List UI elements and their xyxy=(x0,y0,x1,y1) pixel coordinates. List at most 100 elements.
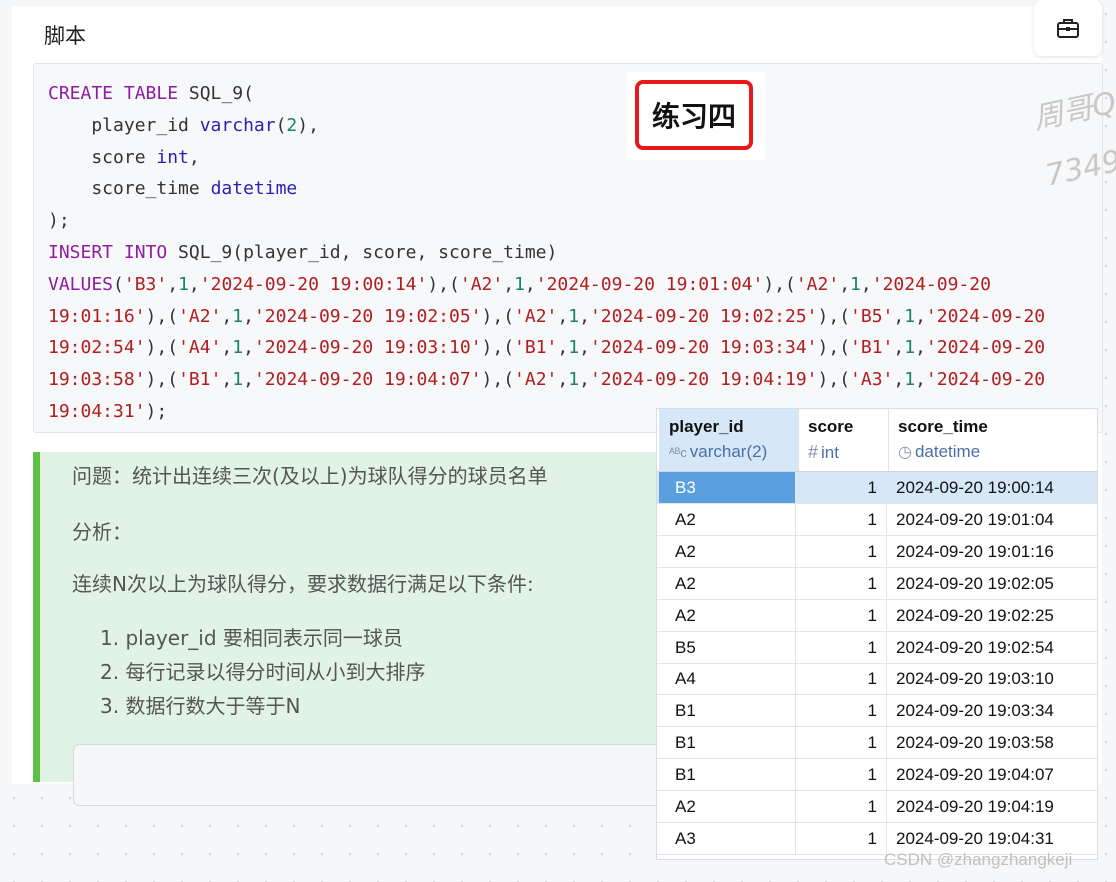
table-row[interactable]: A4 1 2024-09-20 19:03:10 xyxy=(657,663,1097,696)
cell-player-id[interactable]: A2 xyxy=(659,567,796,599)
cell-score[interactable]: 1 xyxy=(798,631,887,663)
code-token: 2 xyxy=(286,114,298,136)
code-line: score int, xyxy=(48,142,1045,174)
code-line: 19:02:54'),('A4',1,'2024-09-20 19:03:10'… xyxy=(48,332,1045,364)
cell-player-id[interactable]: A2 xyxy=(659,503,796,535)
code-token: 1 xyxy=(232,305,244,327)
code-token: '2024-09-20 xyxy=(925,337,1046,359)
cell-player-id[interactable]: A4 xyxy=(659,663,796,695)
cell-score-time[interactable]: 2024-09-20 19:01:16 xyxy=(888,536,1093,567)
code-token: 19:04:31' xyxy=(48,400,146,422)
cell-score-time[interactable]: 2024-09-20 19:03:10 xyxy=(888,663,1093,694)
condition-item-2: 2. 每行记录以得分时间从小到大排序 xyxy=(100,660,426,684)
cell-score-time[interactable]: 2024-09-20 19:03:58 xyxy=(888,727,1093,758)
code-token: 1 xyxy=(232,369,244,391)
result-grid[interactable]: player_id ᴬᴮc varchar(2) score # int score… xyxy=(656,408,1098,860)
code-token: 'A2' xyxy=(178,305,222,327)
code-token: ),( xyxy=(481,337,515,359)
toolbox-icon xyxy=(1057,19,1079,38)
condition-text: 连续N次以上为球队得分，要求数据行满足以下条件: xyxy=(72,572,534,596)
code-token: ); xyxy=(48,210,70,232)
cell-score[interactable]: 1 xyxy=(798,822,887,854)
table-row[interactable]: A2 1 2024-09-20 19:04:19 xyxy=(657,791,1097,823)
code-token: , xyxy=(167,273,179,295)
exercise-stamp-label: 练习四 xyxy=(635,80,753,150)
cell-player-id[interactable]: A3 xyxy=(659,822,796,854)
column-header-score[interactable]: score # int xyxy=(798,409,889,471)
code-token: , xyxy=(243,305,254,327)
cell-player-id[interactable]: B1 xyxy=(659,695,796,727)
code-token: , xyxy=(579,305,590,327)
cell-score-time[interactable]: 2024-09-20 19:02:25 xyxy=(888,600,1093,631)
table-row[interactable]: A2 1 2024-09-20 19:01:16 xyxy=(657,535,1097,568)
cell-score[interactable]: 1 xyxy=(798,472,887,503)
cell-score-time[interactable]: 2024-09-20 19:03:34 xyxy=(888,695,1093,726)
code-token: 'B1' xyxy=(850,337,894,359)
cell-score[interactable]: 1 xyxy=(798,695,887,727)
cell-player-id[interactable]: B1 xyxy=(659,759,796,791)
code-token: '2024-09-20 19:03:10' xyxy=(253,337,482,359)
code-token: '2024-09-20 xyxy=(871,273,991,295)
code-token: 19:01:16' xyxy=(48,305,146,327)
table-row[interactable]: A2 1 2024-09-20 19:01:04 xyxy=(657,503,1097,536)
column-type-label: int xyxy=(821,443,839,462)
code-line: INSERT INTO SQL_9(player_id, score, scor… xyxy=(48,237,1045,269)
grid-header: player_id ᴬᴮc varchar(2) score # int score… xyxy=(657,409,1097,472)
cell-score-time[interactable]: 2024-09-20 19:01:04 xyxy=(888,504,1093,535)
table-row[interactable]: B1 1 2024-09-20 19:04:07 xyxy=(657,759,1097,792)
code-token: 'A3' xyxy=(850,369,894,391)
table-row[interactable]: A2 1 2024-09-20 19:02:25 xyxy=(657,599,1097,632)
cell-score[interactable]: 1 xyxy=(798,599,887,631)
code-token: ),( xyxy=(145,337,179,359)
cell-score-time[interactable]: 2024-09-20 19:02:05 xyxy=(888,568,1093,599)
toolbox-button[interactable] xyxy=(1034,0,1102,56)
code-token: 'B3' xyxy=(123,273,168,295)
code-token: INSERT INTO xyxy=(48,241,168,263)
code-token: , xyxy=(557,369,569,391)
code-token: ),( xyxy=(817,337,851,359)
table-row[interactable]: B5 1 2024-09-20 19:02:54 xyxy=(657,631,1097,664)
table-row[interactable]: B3 1 2024-09-20 19:00:14 xyxy=(657,472,1097,504)
code-token: , xyxy=(893,369,905,391)
code-token: , xyxy=(243,337,254,359)
code-token: ); xyxy=(145,400,168,422)
column-header-score-time[interactable]: score_time ◷ datetime xyxy=(888,409,1097,471)
code-token: score xyxy=(48,146,157,168)
code-line: score_time datetime xyxy=(48,173,1045,205)
code-token: ( xyxy=(275,114,287,136)
cell-score[interactable]: 1 xyxy=(798,791,887,822)
code-token: , xyxy=(188,146,200,168)
code-token: 'A2' xyxy=(795,273,840,295)
cell-player-id[interactable]: B1 xyxy=(659,727,796,759)
table-row[interactable]: B1 1 2024-09-20 19:03:58 xyxy=(657,727,1097,760)
code-token: ),( xyxy=(817,305,851,327)
table-row[interactable]: A2 1 2024-09-20 19:02:05 xyxy=(657,567,1097,600)
column-type-label: varchar(2) xyxy=(689,442,768,461)
cell-score[interactable]: 1 xyxy=(798,567,887,599)
cell-player-id[interactable]: A2 xyxy=(659,791,796,822)
cell-score[interactable]: 1 xyxy=(798,535,887,567)
code-token: varchar xyxy=(199,114,276,136)
code-token: , xyxy=(221,369,233,391)
cell-player-id[interactable]: A2 xyxy=(659,599,796,631)
column-type: ◷ datetime xyxy=(898,442,980,462)
cell-score-time[interactable]: 2024-09-20 19:00:14 xyxy=(888,472,1093,503)
code-line: 19:01:16'),('A2',1,'2024-09-20 19:02:05'… xyxy=(48,301,1045,333)
cell-score[interactable]: 1 xyxy=(798,663,887,695)
table-row[interactable]: B1 1 2024-09-20 19:03:34 xyxy=(657,695,1097,728)
cell-score[interactable]: 1 xyxy=(798,727,887,759)
cell-score[interactable]: 1 xyxy=(798,759,887,791)
column-header-player-id[interactable]: player_id ᴬᴮc varchar(2) xyxy=(659,409,799,471)
cell-player-id[interactable]: B5 xyxy=(659,631,796,663)
code-token: ),( xyxy=(427,273,460,295)
cell-score[interactable]: 1 xyxy=(798,503,887,535)
cell-player-id[interactable]: A2 xyxy=(659,535,796,567)
sql-code-block[interactable]: CREATE TABLE SQL_9( player_id varchar(2)… xyxy=(33,63,1103,433)
cell-player-id[interactable]: B3 xyxy=(659,472,796,503)
cell-score-time[interactable]: 2024-09-20 19:02:54 xyxy=(888,632,1093,663)
cell-score-time[interactable]: 2024-09-20 19:04:07 xyxy=(888,759,1093,790)
code-token: 'B1' xyxy=(514,337,558,359)
code-token: , xyxy=(915,305,926,327)
cell-score-time[interactable]: 2024-09-20 19:04:19 xyxy=(888,791,1093,822)
code-token: VALUES xyxy=(48,273,114,295)
